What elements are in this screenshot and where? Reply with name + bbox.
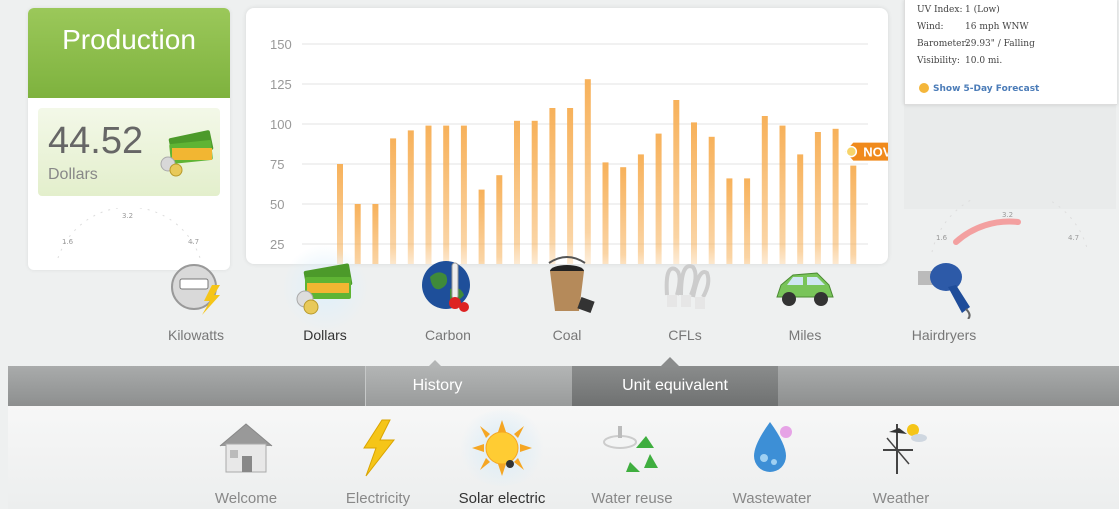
weather-row-key: Barometer: [917,39,969,49]
nav-label: Weather [872,490,930,507]
y-tick-label: 150 [270,37,292,52]
y-tick-label: 75 [270,157,284,172]
weather-box: UV Index: 1 (Low) Wind: 16 mph WNW Baromet… [904,0,1117,105]
hairdryer-icon [912,255,976,320]
nav-label: Welcome [214,490,278,507]
unit-label: Carbon [425,327,471,343]
nav-water-reuse[interactable]: Water reuse [572,418,692,507]
nav-label: Electricity [345,490,411,507]
nav-wastewater[interactable]: Wastewater [712,418,832,507]
current-month-marker: NOV [845,142,888,161]
water-drop-icon [740,418,804,478]
production-value: 44.52 [48,120,144,162]
weather-vane-icon [869,418,933,478]
nav-weather[interactable]: Weather [841,418,961,507]
bottom-nav: Welcome Electricity Solar electric Water… [8,406,1119,509]
tab-history[interactable]: History [365,366,510,406]
unit-miles[interactable]: Miles [750,255,860,343]
history-chart-panel: 25 50 75 100 125 150 NOV [246,8,888,264]
weather-row-key: UV Index: [917,5,963,15]
nav-label: Solar electric [458,490,546,507]
weather-row-key: Wind: [917,22,944,32]
production-title: Production [28,8,230,98]
weather-row: Wind: 16 mph WNW [917,22,1029,32]
unit-label: Miles [788,327,822,343]
nav-label: Water reuse [591,490,673,507]
nav-solar-electric[interactable]: Solar electric [442,410,562,507]
unit-kilowatts[interactable]: Kilowatts [141,255,251,343]
marker-label: NOV [863,145,888,160]
five-day-forecast-link[interactable]: Show 5-Day Forecast [933,84,1039,94]
weather-row-value: 29.93" / Falling [965,39,1035,49]
meter-icon [164,255,228,319]
unit-equivalent-strip: Kilowatts Dollars Carbon Coal CFLs Miles [0,240,1119,350]
coal-bucket-icon [535,255,599,319]
unit-label: Coal [552,327,582,343]
car-icon [773,255,837,319]
unit-label: Hairdryers [911,327,977,343]
weather-panel-background [904,104,1116,209]
production-card: Production 44.52 Dollars 1.6 3.2 4.7 [28,8,230,270]
y-tick-label: 100 [270,117,292,132]
cfl-bulb-icon [653,255,717,319]
unit-cfls[interactable]: CFLs [630,255,740,343]
unit-hairdryers[interactable]: Hairdryers [889,255,999,343]
history-bar-chart: 255075100125150 NOV [270,37,888,264]
y-tick-label: 125 [270,77,292,92]
marker-dot [845,145,858,158]
gauge-tick: 3.2 [122,212,133,220]
money-icon [281,245,369,331]
lightning-icon [346,418,410,478]
y-tick-label: 50 [270,197,284,212]
recycle-faucet-icon [600,418,664,478]
nav-label: Wastewater [732,490,812,507]
production-value-box: 44.52 Dollars [38,108,220,196]
unit-coal[interactable]: Coal [512,255,622,343]
weather-row-value: 16 mph WNW [965,22,1029,32]
unit-dollars[interactable]: Dollars [270,245,380,343]
house-icon [214,418,278,478]
weather-row: Barometer:29.93" / Falling [917,39,1035,49]
unit-carbon[interactable]: Carbon [393,255,503,343]
nav-welcome[interactable]: Welcome [186,418,306,507]
globe-thermometer-icon [416,255,480,319]
production-unit: Dollars [48,166,98,183]
weather-row: Visibility: 10.0 mi. [917,56,1002,66]
tab-unit-equivalent[interactable]: Unit equivalent [572,366,778,406]
nav-electricity[interactable]: Electricity [318,418,438,507]
weather-row-key: Visibility: [917,56,960,66]
weather-row: UV Index: 1 (Low) [917,5,1000,15]
weather-row-value: 1 (Low) [965,5,1000,15]
sun-icon [456,410,548,486]
tab-spacer [508,366,573,406]
unit-label: CFLs [668,327,702,343]
weather-row-value: 10.0 mi. [965,56,1003,66]
tab-bar: History Unit equivalent [8,366,1119,406]
chart-bar[interactable] [584,79,591,264]
gauge-tick: 3.2 [1002,211,1013,219]
unit-label: Kilowatts [167,327,225,343]
forecast-sun-icon [919,83,929,93]
money-icon [160,130,214,177]
